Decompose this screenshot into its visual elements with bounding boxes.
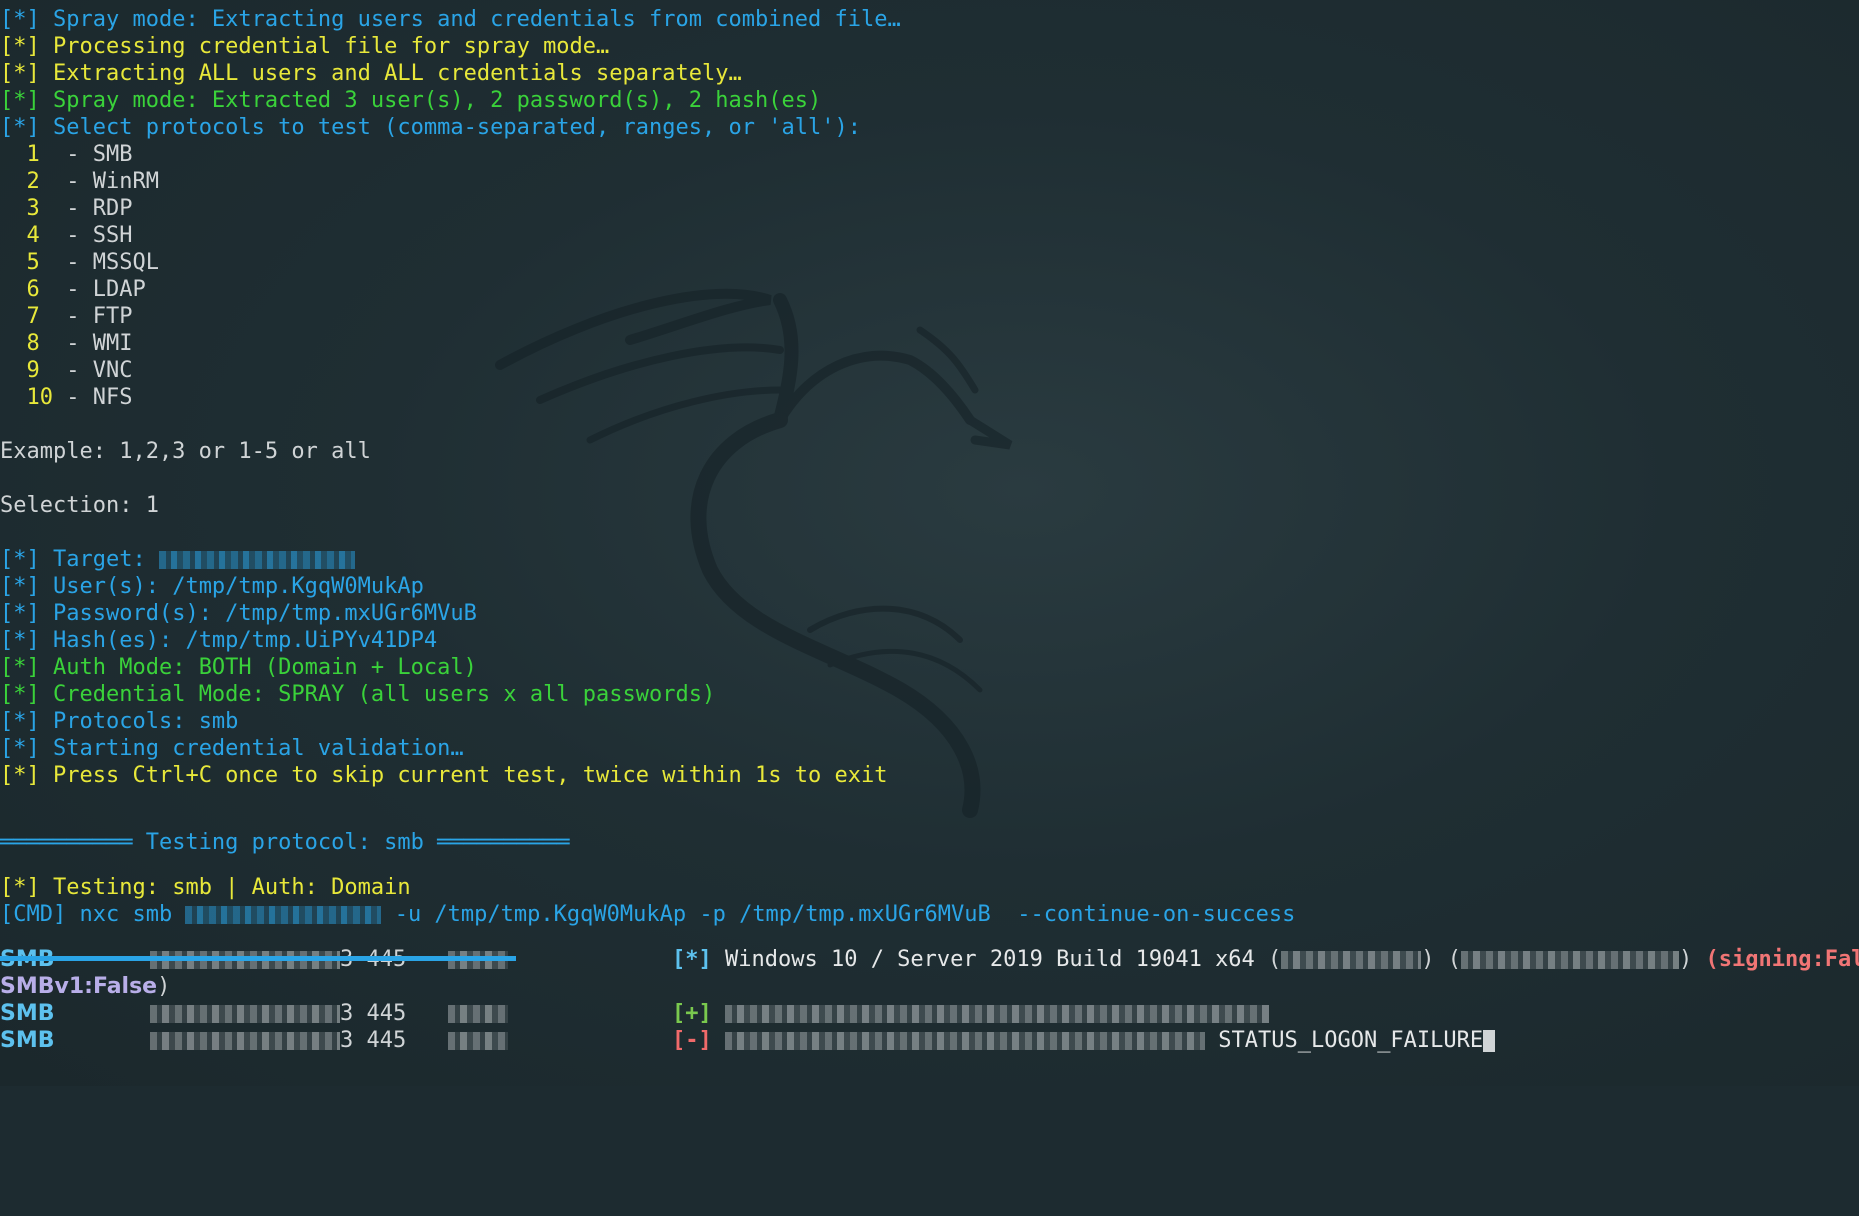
- redacted-name: [448, 1005, 508, 1023]
- protocol-option: 6 - LDAP: [26, 277, 146, 302]
- log-line: [*] Spray mode: Extracting users and cre…: [0, 7, 901, 32]
- press-line: [*] Press Ctrl+C once to skip current te…: [0, 763, 888, 788]
- users-line: [*] User(s): /tmp/tmp.KgqW0MukAp: [0, 574, 424, 599]
- protocol-option: 7 - FTP: [26, 304, 133, 329]
- protocols-line: [*] Protocols: smb: [0, 709, 239, 734]
- redacted-credential: [725, 1005, 1269, 1023]
- terminal-output: [*] Spray mode: Extracting users and cre…: [0, 6, 1859, 1054]
- redacted-domain: [1461, 951, 1680, 969]
- protocol-option: 10 - NFS: [26, 385, 133, 410]
- example-hint: Example: 1,2,3 or 1-5 or all: [0, 439, 371, 464]
- starting-line: [*] Starting credential validation…: [0, 736, 464, 761]
- protocol-option: 1 - SMB: [26, 142, 133, 167]
- cred-mode-line: [*] Credential Mode: SPRAY (all users x …: [0, 682, 716, 707]
- redacted-name: [1281, 951, 1422, 969]
- log-line: [*] Select protocols to test (comma-sepa…: [0, 115, 861, 140]
- smb-result-row: SMB 3 445 [+]: [0, 1000, 1859, 1027]
- redacted-target: [158, 551, 355, 569]
- auth-mode-line: [*] Auth Mode: BOTH (Domain + Local): [0, 655, 477, 680]
- protocol-option: 3 - RDP: [26, 196, 133, 221]
- log-line: [*] Spray mode: Extracted 3 user(s), 2 p…: [0, 88, 822, 113]
- output-divider: [0, 956, 516, 961]
- protocol-option: 9 - VNC: [26, 358, 133, 383]
- redacted-host: [150, 1005, 340, 1023]
- protocol-banner: ══════════ Testing protocol: smb ═══════…: [0, 830, 570, 855]
- target-line: [*] Target:: [0, 546, 1859, 573]
- cmd-line: [CMD] nxc smb -u /tmp/tmp.KgqW0MukAp -p …: [0, 902, 1296, 927]
- log-line: [*] Extracting ALL users and ALL credent…: [0, 61, 742, 86]
- protocol-option: 2 - WinRM: [26, 169, 159, 194]
- testing-line: [*] Testing: smb | Auth: Domain: [0, 875, 411, 900]
- terminal-cursor: [1483, 1030, 1496, 1052]
- protocol-option: 8 - WMI: [26, 331, 133, 356]
- hashes-line: [*] Hash(es): /tmp/tmp.UiPYv41DP4: [0, 628, 438, 653]
- redacted-credential: [725, 1032, 1205, 1050]
- smb-result-row: SMB 3 445 [-] STATUS_LOGON_FAILURE: [0, 1027, 1859, 1054]
- redacted-host: [150, 1032, 340, 1050]
- selection-line: Selection: 1: [0, 493, 159, 518]
- passwords-line: [*] Password(s): /tmp/tmp.mxUGr6MVuB: [0, 601, 477, 626]
- redacted-target: [185, 906, 382, 924]
- smbv1-line: SMBv1:False): [0, 974, 171, 999]
- protocol-option: 4 - SSH: [26, 223, 133, 248]
- protocol-option: 5 - MSSQL: [26, 250, 159, 275]
- log-line: [*] Processing credential file for spray…: [0, 34, 610, 59]
- redacted-name: [448, 1032, 508, 1050]
